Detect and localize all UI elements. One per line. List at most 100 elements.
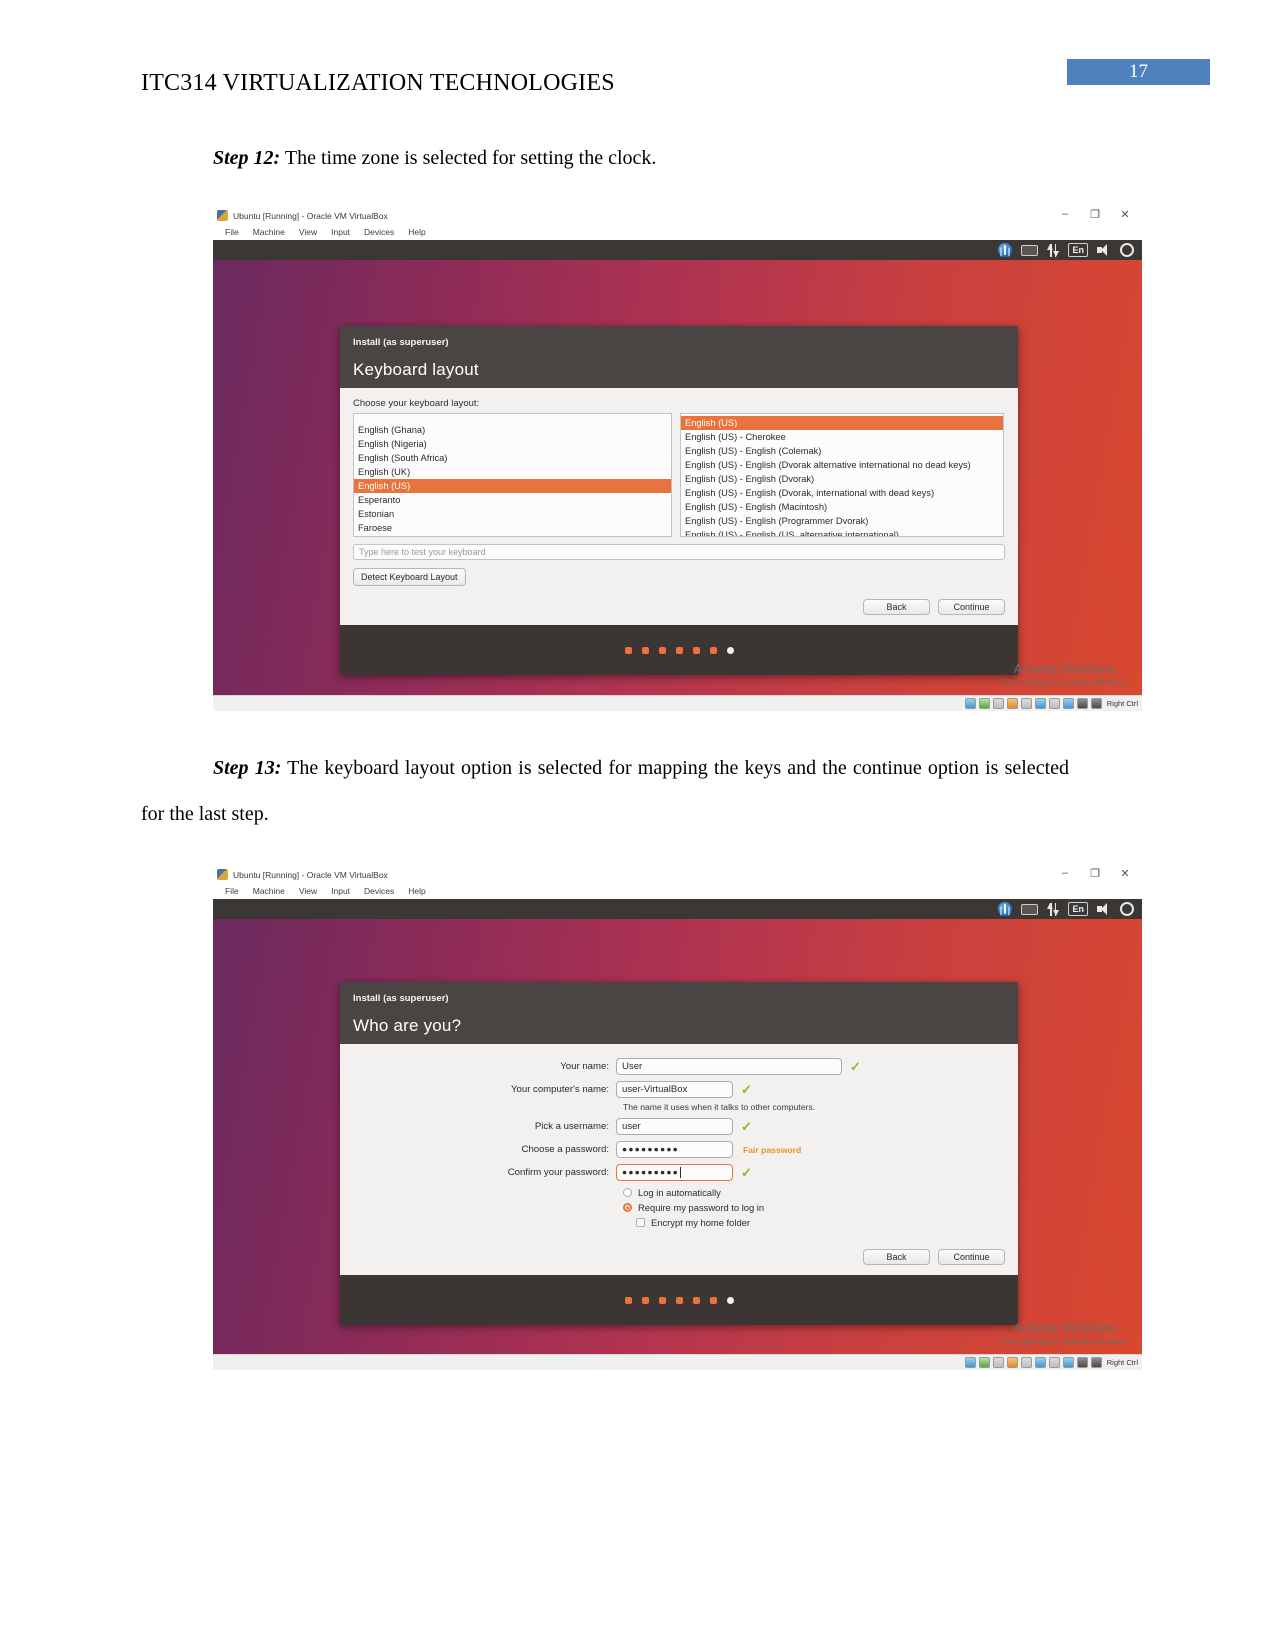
close-icon[interactable]: ✕ <box>1110 206 1140 222</box>
list-item[interactable]: English (South Africa) <box>354 451 671 465</box>
option-require-password[interactable]: Require my password to log in <box>340 1202 1018 1213</box>
list-item[interactable]: Filipino <box>354 535 671 536</box>
list-item-selected[interactable]: English (US) <box>681 416 1003 430</box>
list-item[interactable] <box>354 416 671 423</box>
list-item[interactable]: English (US) - English (Dvorak alternati… <box>681 458 1003 472</box>
optical-drive-icon[interactable] <box>978 698 990 709</box>
floppy-icon[interactable] <box>992 1357 1004 1368</box>
floppy-icon[interactable] <box>992 698 1004 709</box>
list-item[interactable]: Esperanto <box>354 493 671 507</box>
host-key-icon[interactable] <box>1090 1357 1102 1368</box>
your-name-input[interactable]: User <box>616 1058 842 1075</box>
radio-selected-icon[interactable] <box>623 1203 632 1212</box>
user-account-form: Your name: User ✓ Your computer's name: … <box>340 1044 1018 1236</box>
back-button[interactable]: Back <box>863 1249 930 1265</box>
shared-folders-icon[interactable] <box>1048 1357 1060 1368</box>
list-item[interactable]: English (UK) <box>354 465 671 479</box>
list-item[interactable]: English (US) - English (US, alternative … <box>681 528 1003 536</box>
menu-machine[interactable]: Machine <box>253 227 285 237</box>
settings-gear-icon[interactable] <box>1120 243 1134 257</box>
close-icon[interactable]: ✕ <box>1110 865 1140 881</box>
username-input[interactable]: user <box>616 1118 733 1135</box>
list-item[interactable]: English (US) - English (Dvorak, internat… <box>681 486 1003 500</box>
keyboard-language-list[interactable]: English (Ghana) English (Nigeria) Englis… <box>353 413 672 537</box>
hard-disk-icon[interactable] <box>964 1357 976 1368</box>
menu-input[interactable]: Input <box>331 227 350 237</box>
watermark-line-2: Go to Settings to activate Windows. <box>1001 678 1128 687</box>
installer-titlebar: Install (as superuser) <box>340 326 1018 351</box>
audio-icon[interactable] <box>1006 1357 1018 1368</box>
menu-help[interactable]: Help <box>408 227 425 237</box>
language-indicator[interactable]: En <box>1068 902 1088 916</box>
keyboard-icon[interactable] <box>1021 903 1039 915</box>
network-adapter-icon[interactable] <box>1020 1357 1032 1368</box>
accessibility-icon[interactable] <box>998 243 1013 257</box>
password-strength-label: Fair password <box>743 1144 802 1155</box>
list-item[interactable]: English (US) - English (Dvorak) <box>681 472 1003 486</box>
shared-folders-icon[interactable] <box>1048 698 1060 709</box>
audio-icon[interactable] <box>1006 698 1018 709</box>
menu-file[interactable]: File <box>225 227 239 237</box>
minimize-icon[interactable]: – <box>1050 865 1080 881</box>
maximize-icon[interactable]: ❐ <box>1080 206 1110 222</box>
menu-view[interactable]: View <box>299 886 317 896</box>
confirm-password-input[interactable]: ●●●●●●●●● <box>616 1164 733 1181</box>
keyboard-variant-list[interactable]: English (US) English (US) - Cherokee Eng… <box>680 413 1004 537</box>
installer-heading: Who are you? <box>340 1007 1018 1044</box>
installer-heading-text: Who are you? <box>353 1015 462 1035</box>
continue-button[interactable]: Continue <box>938 1249 1005 1265</box>
usb-icon[interactable] <box>1034 698 1046 709</box>
maximize-icon[interactable]: ❐ <box>1080 865 1110 881</box>
list-item[interactable]: English (Ghana) <box>354 423 671 437</box>
host-key-icon[interactable] <box>1090 698 1102 709</box>
usb-icon[interactable] <box>1034 1357 1046 1368</box>
accessibility-icon[interactable] <box>998 902 1013 916</box>
progress-dots <box>625 646 734 654</box>
volume-icon[interactable] <box>1097 243 1111 257</box>
mouse-integration-icon[interactable] <box>1076 698 1088 709</box>
network-adapter-icon[interactable] <box>1020 698 1032 709</box>
display-capture-icon[interactable] <box>1062 1357 1074 1368</box>
valid-check-icon: ✓ <box>741 1165 752 1180</box>
network-icon[interactable] <box>1047 243 1060 257</box>
menu-file[interactable]: File <box>225 886 239 896</box>
detect-keyboard-layout-button[interactable]: Detect Keyboard Layout <box>353 568 466 586</box>
display-capture-icon[interactable] <box>1062 698 1074 709</box>
option-encrypt-home-folder[interactable]: Encrypt my home folder <box>340 1217 1018 1228</box>
radio-icon[interactable] <box>623 1188 632 1197</box>
optical-drive-icon[interactable] <box>978 1357 990 1368</box>
progress-dot-active <box>727 646 734 654</box>
settings-gear-icon[interactable] <box>1120 902 1134 916</box>
list-item[interactable]: English (US) - English (Macintosh) <box>681 500 1003 514</box>
progress-dot-active <box>727 1296 734 1304</box>
volume-icon[interactable] <box>1097 902 1111 916</box>
network-icon[interactable] <box>1047 902 1060 916</box>
menu-devices[interactable]: Devices <box>364 227 394 237</box>
list-item[interactable]: English (US) - English (Programmer Dvora… <box>681 514 1003 528</box>
list-item[interactable]: Faroese <box>354 521 671 535</box>
menu-input[interactable]: Input <box>331 886 350 896</box>
mouse-integration-icon[interactable] <box>1076 1357 1088 1368</box>
list-item[interactable]: English (US) - English (Colemak) <box>681 444 1003 458</box>
continue-button[interactable]: Continue <box>938 599 1005 615</box>
computer-name-label: Your computer's name: <box>511 1084 609 1095</box>
menu-help[interactable]: Help <box>408 886 425 896</box>
list-item[interactable]: English (Nigeria) <box>354 437 671 451</box>
hard-disk-icon[interactable] <box>964 698 976 709</box>
menu-devices[interactable]: Devices <box>364 886 394 896</box>
option-log-in-automatically[interactable]: Log in automatically <box>340 1187 1018 1198</box>
back-button[interactable]: Back <box>863 599 930 615</box>
minimize-icon[interactable]: – <box>1050 206 1080 222</box>
checkbox-icon[interactable] <box>636 1218 645 1227</box>
list-item[interactable]: English (US) - Cherokee <box>681 430 1003 444</box>
password-input[interactable]: ●●●●●●●●● <box>616 1141 733 1158</box>
list-item-selected[interactable]: English (US) <box>354 479 671 493</box>
list-item[interactable]: Estonian <box>354 507 671 521</box>
step-12-label: Step 12: <box>213 147 281 169</box>
computer-name-input[interactable]: user-VirtualBox <box>616 1081 733 1098</box>
keyboard-test-input[interactable]: Type here to test your keyboard <box>353 544 1005 560</box>
keyboard-icon[interactable] <box>1021 244 1039 256</box>
language-indicator[interactable]: En <box>1068 243 1088 257</box>
menu-view[interactable]: View <box>299 227 317 237</box>
menu-machine[interactable]: Machine <box>253 886 285 896</box>
